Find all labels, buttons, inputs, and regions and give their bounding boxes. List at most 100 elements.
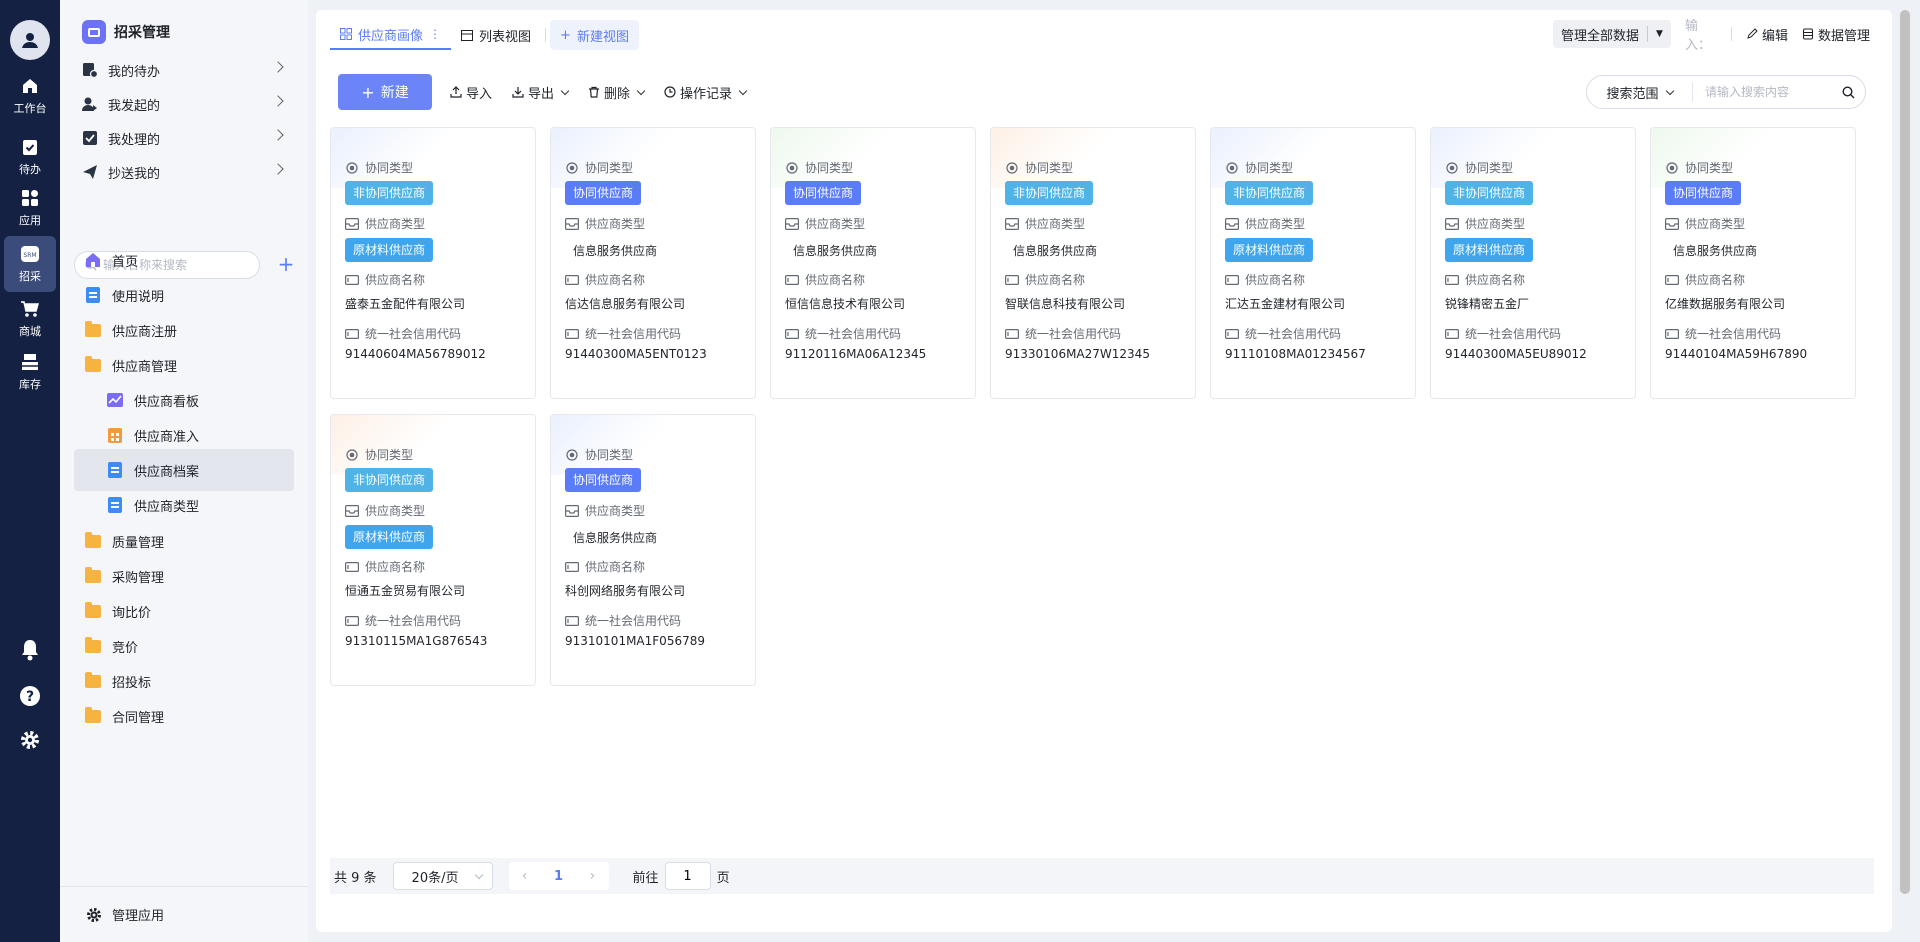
text-field-icon — [565, 615, 579, 627]
credit-code-label: 统一社会信用代码 — [1005, 325, 1121, 342]
goto-page-input[interactable] — [664, 862, 711, 890]
search-icon[interactable] — [1842, 86, 1855, 99]
supplier-type-label: 供应商类型 — [785, 215, 865, 232]
inbox-icon — [1445, 217, 1459, 230]
supplier-type-tag: 原材料供应商 — [345, 238, 434, 262]
upload-icon — [450, 86, 462, 98]
page-scrollbar[interactable] — [1898, 10, 1912, 894]
supplier-card[interactable]: 协同类型 协同供应商 供应商类型 信息服务供应商 供应商名称 恒信信息技术有限公司 统一社会… — [770, 127, 976, 399]
credit-code-label: 统一社会信用代码 — [785, 325, 901, 342]
text-field-icon — [1005, 328, 1019, 340]
bell-icon[interactable] — [0, 638, 60, 662]
supplier-type-label: 供应商类型 — [1445, 215, 1525, 232]
credit-code-value: 91440300MA5ENT0123 — [565, 347, 707, 361]
folder-icon — [84, 636, 102, 655]
operation-log-dropdown[interactable]: 操作记录 — [664, 83, 748, 102]
text-field-icon — [785, 274, 799, 286]
coop-type-tag: 非协同供应商 — [1005, 181, 1094, 205]
supplier-card[interactable]: 协同类型 非协同供应商 供应商类型 原材料供应商 供应商名称 盛泰五金配件有限公司 统一社会… — [330, 127, 536, 399]
folder-icon — [84, 671, 102, 690]
credit-code-value: 91310115MA1G876543 — [345, 634, 488, 648]
coop-type-label: 协同类型 — [1445, 159, 1513, 176]
top-actions: 管理全部数据 ▼ 输入： 编辑 数据管理 — [1553, 19, 1870, 53]
paper-plane-icon — [82, 164, 98, 180]
inventory-icon — [20, 352, 40, 372]
table-icon — [461, 29, 474, 41]
supplier-name-label: 供应商名称 — [785, 271, 865, 288]
supplier-card[interactable]: 协同类型 非协同供应商 供应商类型 原材料供应商 供应商名称 锐锋精密五金厂 统一社会信用代… — [1430, 127, 1636, 399]
chevron-right-icon — [272, 95, 284, 107]
more-vertical-icon[interactable]: ⋮ — [429, 27, 441, 41]
supplier-card[interactable]: 协同类型 协同供应商 供应商类型 信息服务供应商 供应商名称 科创网络服务有限公司 统一社会… — [550, 414, 756, 686]
coop-type-tag: 非协同供应商 — [345, 468, 434, 492]
export-dropdown[interactable]: 导出 — [512, 83, 570, 102]
supplier-card[interactable]: 协同类型 协同供应商 供应商类型 信息服务供应商 供应商名称 信达信息服务有限公司 统一社会… — [550, 127, 756, 399]
rail-item-home[interactable]: 工作台 — [0, 65, 60, 127]
search-scope-dropdown[interactable]: 搜索范围 — [1587, 82, 1693, 102]
manage-app-button[interactable]: 管理应用 — [60, 886, 308, 942]
scrollbar-thumb[interactable] — [1900, 10, 1910, 894]
coop-type-tag: 协同供应商 — [565, 468, 642, 492]
new-button[interactable]: + 新建 — [338, 74, 432, 110]
next-page-icon[interactable]: › — [590, 868, 596, 884]
prev-page-icon[interactable]: ‹ — [522, 868, 528, 884]
tab-list-view[interactable]: 列表视图 — [451, 20, 541, 50]
rail-item-procurement[interactable]: SRM 招采 — [4, 236, 56, 292]
sidebar-item-13[interactable]: 合同管理 — [74, 695, 294, 737]
svg-text:?: ? — [26, 689, 34, 705]
rail-item-inventory[interactable]: 库存 — [0, 341, 60, 403]
task-item-3[interactable]: 抄送我的 — [82, 152, 294, 192]
credit-code-value: 91330106MA27W12345 — [1005, 347, 1150, 361]
supplier-name-value: 科创网络服务有限公司 — [565, 584, 686, 598]
text-field-icon — [345, 615, 359, 627]
supplier-type-value: 信息服务供应商 — [1673, 244, 1758, 258]
inbox-icon — [1225, 217, 1239, 230]
document-icon — [84, 286, 102, 304]
page-number[interactable]: 1 — [554, 869, 563, 884]
supplier-name-value: 亿维数据服务有限公司 — [1665, 297, 1786, 311]
chevron-right-icon — [272, 163, 284, 175]
chevron-down-icon — [1665, 86, 1674, 95]
supplier-card[interactable]: 协同类型 非协同供应商 供应商类型 原材料供应商 供应商名称 汇达五金建材有限公司 统一社会… — [1210, 127, 1416, 399]
manage-all-data-dropdown[interactable]: 管理全部数据 ▼ — [1553, 20, 1671, 48]
supplier-name-label: 供应商名称 — [565, 271, 645, 288]
supplier-card[interactable]: 协同类型 非协同供应商 供应商类型 信息服务供应商 供应商名称 智联信息科技有限公司 统一社… — [990, 127, 1196, 399]
cart-icon — [20, 299, 40, 319]
clipboard-check-icon — [20, 137, 40, 157]
dashboard-chart-icon — [106, 391, 124, 409]
supplier-card[interactable]: 协同类型 协同供应商 供应商类型 信息服务供应商 供应商名称 亿维数据服务有限公司 统一社会… — [1650, 127, 1856, 399]
supplier-card[interactable]: 协同类型 非协同供应商 供应商类型 原材料供应商 供应商名称 恒通五金贸易有限公司 统一社会… — [330, 414, 536, 686]
settings-gear-icon[interactable] — [0, 729, 60, 751]
supplier-name-label: 供应商名称 — [345, 558, 425, 575]
search-input[interactable] — [1705, 85, 1845, 99]
edit-button[interactable]: 编辑 — [1746, 25, 1788, 44]
avatar[interactable] — [10, 20, 50, 60]
chevron-down-icon — [560, 86, 570, 95]
coop-type-label: 协同类型 — [565, 446, 633, 463]
new-view-button[interactable]: + 新建视图 — [550, 20, 639, 50]
supplier-type-label: 供应商类型 — [1665, 215, 1745, 232]
pencil-icon — [1747, 28, 1758, 39]
inbox-icon — [785, 217, 799, 230]
page-size-select[interactable]: 20条/页 — [392, 862, 493, 890]
radio-icon — [1445, 161, 1459, 174]
radio-icon — [565, 161, 579, 174]
page-nav: ‹ 1 › — [508, 862, 609, 890]
total-count: 共 9 条 — [334, 870, 377, 886]
rail-item-apps-grid[interactable]: 应用 — [0, 177, 60, 239]
help-icon[interactable]: ? — [0, 685, 60, 707]
supplier-type-label: 供应商类型 — [565, 215, 645, 232]
folder-icon — [84, 601, 102, 620]
credit-code-value: 91120116MA06A12345 — [785, 347, 927, 361]
folder-icon — [84, 706, 102, 725]
credit-code-label: 统一社会信用代码 — [565, 612, 681, 629]
delete-dropdown[interactable]: 删除 — [588, 83, 646, 102]
todo-clock-icon — [82, 62, 98, 78]
supplier-name-value: 盛泰五金配件有限公司 — [345, 297, 466, 311]
supplier-type-label: 供应商类型 — [345, 502, 425, 519]
credit-code-label: 统一社会信用代码 — [345, 612, 461, 629]
svg-text:SRM: SRM — [23, 252, 36, 259]
import-button[interactable]: 导入 — [450, 83, 492, 102]
data-manage-button[interactable]: 数据管理 — [1802, 25, 1870, 44]
tab-supplier-portrait[interactable]: 供应商画像 ⋮ — [330, 20, 452, 50]
